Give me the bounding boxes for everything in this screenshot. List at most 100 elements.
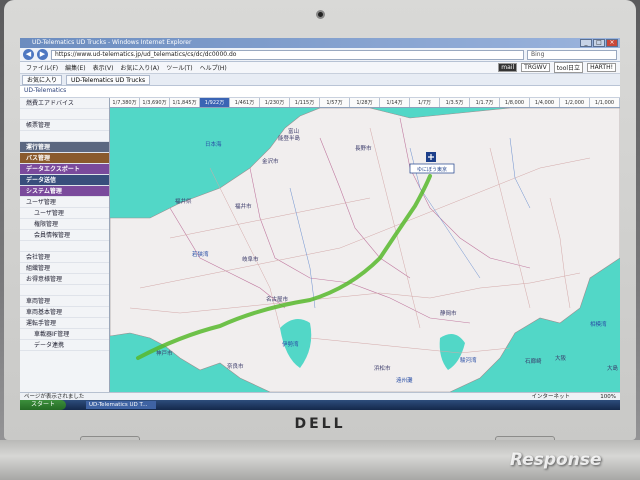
menu-tools[interactable]: ツール(T): [166, 63, 192, 72]
scale-option[interactable]: 1/3.5万: [440, 98, 470, 107]
place-label: 石廊崎: [525, 357, 542, 365]
laptop-screen: UD-Telematics UD Trucks - Windows Intern…: [20, 38, 620, 410]
place-label: 大島: [607, 364, 619, 372]
active-tab[interactable]: UD-Telematics UD Trucks: [66, 74, 151, 85]
place-label: 岐阜市: [242, 255, 259, 263]
sidebar-item: [20, 285, 109, 296]
scale-option[interactable]: 1/461万: [230, 98, 260, 107]
scale-option[interactable]: 1/115万: [290, 98, 320, 107]
place-label: 富山: [288, 127, 299, 135]
place-label: 神戸市: [156, 349, 173, 357]
url-input[interactable]: https://www.ud-telematics.jp/ud_telemati…: [51, 49, 524, 60]
minimize-button[interactable]: _: [580, 39, 592, 47]
sidebar-item: [20, 109, 109, 120]
place-label: 遠州灘: [396, 376, 413, 384]
sidebar-item[interactable]: 運行管理: [20, 142, 109, 153]
sidebar-item[interactable]: 会員情報管理: [20, 230, 109, 241]
sidebar-item[interactable]: システム管理: [20, 186, 109, 197]
sidebar-menu: 燃費エアドバイス 帳票管理運行管理 バス管理 データエクスポート データ送信 システム管理…: [20, 98, 110, 392]
place-label: 浜松市: [374, 364, 391, 372]
sidebar-item[interactable]: 燃費エアドバイス: [20, 98, 109, 109]
place-label: 福井県: [175, 197, 192, 205]
toolbar-chip-4[interactable]: HARTH!: [587, 63, 616, 72]
sidebar-item[interactable]: 車両管理: [20, 296, 109, 307]
sidebar-item[interactable]: 帳票管理: [20, 120, 109, 131]
scale-option[interactable]: 1/8,000: [500, 98, 530, 107]
scale-option[interactable]: 1/1.7万: [470, 98, 500, 107]
sidebar-item[interactable]: バス管理: [20, 153, 109, 164]
favorites-tab[interactable]: お気に入り: [22, 74, 63, 85]
menu-favorites[interactable]: お気に入り(A): [120, 63, 159, 72]
scale-option[interactable]: 1/7万: [410, 98, 440, 107]
sidebar-item[interactable]: データエクスポート: [20, 164, 109, 175]
sidebar-item[interactable]: ユーザ管理: [20, 208, 109, 219]
place-label: 奈良市: [227, 362, 244, 370]
scale-option[interactable]: 1/14万: [380, 98, 410, 107]
toolbar-chip-2[interactable]: TRGWV: [521, 63, 550, 72]
menu-view[interactable]: 表示(V): [93, 63, 114, 72]
back-arrow-icon[interactable]: ◀: [23, 49, 34, 60]
place-label: 能登半島: [278, 134, 301, 142]
tab-bar: お気に入り UD-Telematics UD Trucks: [20, 74, 620, 86]
place-label: 日本海: [205, 140, 222, 148]
window-controls: _ □ ×: [580, 39, 618, 47]
watermark: Response: [510, 450, 602, 470]
place-label: 駿河湾: [460, 356, 477, 364]
toolbar-extras: mail TRGWV tool日立 HARTH!: [498, 62, 620, 73]
place-label: 金沢市: [262, 157, 279, 165]
taskbar-item[interactable]: UD-Telematics UD T...: [86, 401, 156, 409]
place-label: 若狭湾: [192, 250, 209, 258]
sidebar-item[interactable]: お得意様管理: [20, 274, 109, 285]
place-label: 大阪: [555, 354, 567, 362]
brand-logo: DELL: [294, 416, 346, 432]
app-title: UD-Telematics: [24, 87, 67, 94]
map-canvas[interactable]: ゆにぼう東京 日本海 能登半島長野市 富山金沢市福井市若狭湾岐阜市名古屋市伊勢湾神戸…: [110, 108, 620, 392]
start-button[interactable]: スタート: [20, 400, 66, 410]
sidebar-item: [20, 131, 109, 142]
sidebar-item[interactable]: データ連携: [20, 340, 109, 351]
sidebar-item[interactable]: データ送信: [20, 175, 109, 186]
scale-option[interactable]: 1/7,380万: [110, 98, 140, 107]
marker-label: ゆにぼう東京: [417, 166, 447, 173]
place-label: 相模湾: [590, 320, 607, 328]
address-bar: ◀ ▶ https://www.ud-telematics.jp/ud_tele…: [20, 48, 620, 62]
sidebar-item[interactable]: ユーザ管理: [20, 197, 109, 208]
forward-arrow-icon[interactable]: ▶: [37, 49, 48, 60]
scale-option[interactable]: 1/230万: [260, 98, 290, 107]
scale-option[interactable]: 1/4,000: [530, 98, 560, 107]
scale-option[interactable]: 1/57万: [320, 98, 350, 107]
place-label: 名古屋市: [266, 295, 289, 303]
toolbar-chip-3[interactable]: tool日立: [553, 62, 584, 73]
map-panel: 1/7,380万 1/3,690万 1/1,845万 1/922万 1/461万 1/23…: [110, 98, 620, 392]
menu-file[interactable]: ファイル(F): [26, 63, 58, 72]
scale-option[interactable]: 1/1,845万: [170, 98, 200, 107]
sidebar-item[interactable]: 運転手管理: [20, 318, 109, 329]
menu-edit[interactable]: 編集(E): [65, 63, 85, 72]
mail-chip[interactable]: mail: [498, 63, 518, 72]
search-input[interactable]: Bing: [527, 49, 617, 60]
sidebar-item[interactable]: 車載器IF管理: [20, 329, 109, 340]
status-bar: ページが表示されました インターネット 100%: [20, 392, 620, 400]
taskbar: スタート UD-Telematics UD T...: [20, 400, 620, 410]
scale-selector: 1/7,380万 1/3,690万 1/1,845万 1/922万 1/461万 1/23…: [110, 98, 620, 108]
maximize-button[interactable]: □: [593, 39, 605, 47]
window-title-bar: UD-Telematics UD Trucks - Windows Intern…: [20, 38, 620, 48]
scale-option[interactable]: 1/3,690万: [140, 98, 170, 107]
window-title: UD-Telematics UD Trucks - Windows Intern…: [32, 39, 192, 46]
scale-option[interactable]: 1/28万: [350, 98, 380, 107]
place-label: 長野市: [355, 144, 372, 152]
place-label: 福井市: [235, 202, 252, 210]
menu-bar: ファイル(F) 編集(E) 表示(V) お気に入り(A) ツール(T) ヘルプ(…: [20, 62, 620, 74]
place-label: 静岡市: [440, 309, 457, 317]
place-label: 伊勢湾: [282, 340, 299, 348]
scale-option[interactable]: 1/922万: [200, 98, 230, 107]
scale-option[interactable]: 1/2,000: [560, 98, 590, 107]
scale-option[interactable]: 1/1,000: [590, 98, 620, 107]
menu-help[interactable]: ヘルプ(H): [200, 63, 227, 72]
sidebar-item[interactable]: 組織管理: [20, 263, 109, 274]
sidebar-item[interactable]: 会社管理: [20, 252, 109, 263]
sidebar-item[interactable]: 車両基本管理: [20, 307, 109, 318]
close-button[interactable]: ×: [606, 39, 618, 47]
app-header: UD-Telematics: [20, 86, 620, 98]
sidebar-item[interactable]: 権限管理: [20, 219, 109, 230]
